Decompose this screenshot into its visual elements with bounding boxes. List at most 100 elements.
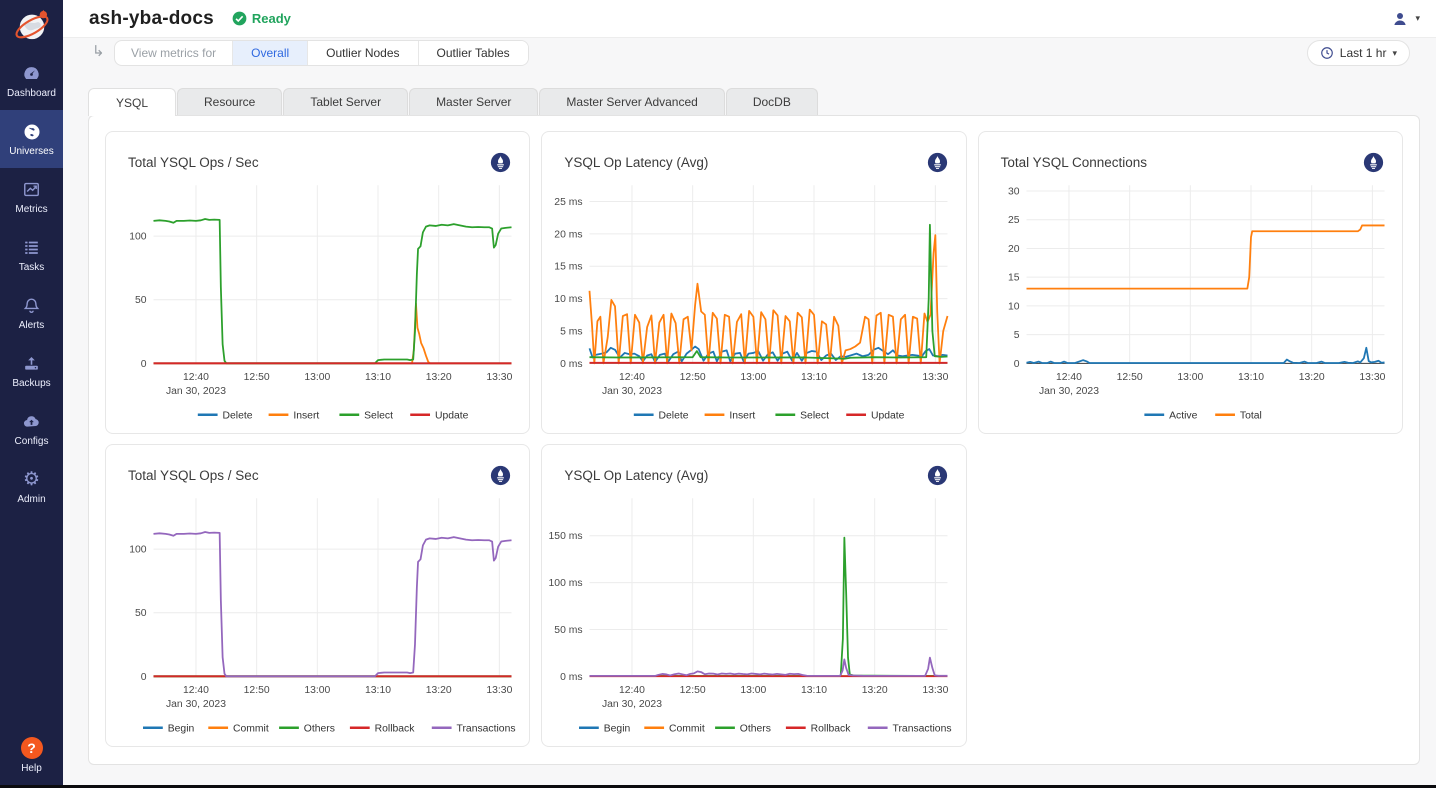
- user-menu[interactable]: ▾: [1391, 10, 1420, 28]
- tab-docdb[interactable]: DocDB: [726, 88, 818, 115]
- tab-resource[interactable]: Resource: [177, 88, 282, 115]
- legend-item[interactable]: Insert: [705, 411, 756, 422]
- legend-item[interactable]: Others: [715, 724, 771, 735]
- chart-title: Total YSQL Ops / Sec: [128, 155, 259, 170]
- svg-text:13:10: 13:10: [365, 372, 391, 383]
- svg-text:12:50: 12:50: [1116, 372, 1142, 383]
- metric-tabs: YSQL Resource Tablet Server Master Serve…: [88, 88, 818, 116]
- legend-item[interactable]: Insert: [269, 411, 320, 422]
- legend-item[interactable]: Transactions: [868, 724, 952, 735]
- svg-text:25: 25: [1008, 215, 1020, 226]
- svg-text:5 ms: 5 ms: [560, 326, 582, 337]
- tasks-icon: [22, 238, 42, 258]
- tab-outlier-nodes[interactable]: Outlier Nodes: [307, 41, 417, 65]
- metrics-icon: [22, 180, 42, 200]
- svg-text:12:40: 12:40: [619, 372, 645, 383]
- legend-item[interactable]: Delete: [198, 411, 253, 422]
- series-insert: [153, 304, 511, 364]
- prometheus-icon[interactable]: [490, 465, 511, 486]
- svg-text:13:20: 13:20: [1298, 372, 1324, 383]
- sidebar-nav: Dashboard Universes Metrics Tasks Alerts: [0, 52, 63, 516]
- svg-text:Others: Others: [304, 724, 335, 735]
- chart-plot: 12:4012:5013:0013:1013:2013:300510152025…: [979, 176, 1402, 433]
- sidebar-item-backups[interactable]: Backups: [0, 342, 63, 400]
- svg-text:13:00: 13:00: [304, 685, 330, 696]
- tab-tablet-server[interactable]: Tablet Server: [283, 88, 408, 115]
- check-circle-icon: [232, 11, 247, 26]
- svg-text:30: 30: [1008, 187, 1020, 198]
- chart-title: YSQL Op Latency (Avg): [564, 468, 708, 483]
- chart-title: Total YSQL Connections: [1001, 155, 1147, 170]
- sidebar-item-metrics[interactable]: Metrics: [0, 168, 63, 226]
- tab-master-server-advanced[interactable]: Master Server Advanced: [539, 88, 724, 115]
- chart-canvas: 12:4012:5013:0013:1013:2013:30050100Jan …: [108, 176, 527, 428]
- svg-text:10 ms: 10 ms: [555, 294, 583, 305]
- prometheus-icon[interactable]: [927, 152, 948, 173]
- svg-text:13:00: 13:00: [741, 685, 767, 696]
- svg-text:0: 0: [141, 359, 147, 370]
- legend-item[interactable]: Transactions: [432, 724, 516, 735]
- svg-text:Update: Update: [871, 411, 905, 422]
- alerts-icon: [22, 296, 42, 316]
- chart-card: YSQL Op Latency (Avg) 12:4012:5013:0013:…: [541, 131, 966, 434]
- tab-master-server[interactable]: Master Server: [409, 88, 538, 115]
- svg-text:13:20: 13:20: [426, 372, 452, 383]
- legend-item[interactable]: Others: [279, 724, 335, 735]
- sidebar-item-alerts[interactable]: Alerts: [0, 284, 63, 342]
- sidebar-item-help[interactable]: ? Help: [0, 737, 63, 774]
- time-range-selector[interactable]: Last 1 hr ▾: [1307, 40, 1410, 66]
- legend-item[interactable]: Total: [1215, 411, 1262, 422]
- legend-item[interactable]: Commit: [645, 724, 706, 735]
- svg-text:13:20: 13:20: [862, 372, 888, 383]
- universes-icon: [22, 122, 42, 142]
- prometheus-icon[interactable]: [927, 465, 948, 486]
- prometheus-icon[interactable]: [490, 152, 511, 173]
- tab-overall[interactable]: Overall: [232, 41, 307, 65]
- legend-item[interactable]: Select: [776, 411, 830, 422]
- top-header: ash-yba-docs Ready ▾: [63, 0, 1436, 38]
- sidebar-item-universes[interactable]: Universes: [0, 110, 63, 168]
- chart-card: Total YSQL Connections 12:40 12:50 13:00 13…: [978, 131, 1403, 434]
- svg-text:13:00: 13:00: [1177, 372, 1203, 383]
- legend-item[interactable]: Rollback: [786, 724, 851, 735]
- svg-text:12:40: 12:40: [1056, 372, 1082, 383]
- svg-text:0: 0: [141, 672, 147, 683]
- legend-item[interactable]: Delete: [634, 411, 689, 422]
- svg-text:13:10: 13:10: [801, 372, 827, 383]
- svg-text:Insert: Insert: [730, 411, 756, 422]
- chart-canvas: 12:4012:5013:0013:1013:2013:30050100Jan …: [108, 489, 527, 741]
- legend-item[interactable]: Update: [847, 411, 905, 422]
- legend-item[interactable]: Active: [1144, 411, 1197, 422]
- chart-title: Total YSQL Ops / Sec: [128, 468, 259, 483]
- app-logo[interactable]: [0, 0, 63, 52]
- svg-text:12:40: 12:40: [183, 372, 209, 383]
- sidebar-item-dashboard[interactable]: Dashboard: [0, 52, 63, 110]
- sidebar-item-admin[interactable]: ⚙ Admin: [0, 458, 63, 516]
- svg-text:13:10: 13:10: [1238, 372, 1264, 383]
- chart-plot: 12:4012:5013:0013:1013:2013:30050100Jan …: [106, 176, 529, 433]
- svg-text:100: 100: [129, 545, 147, 556]
- legend-item[interactable]: Select: [339, 411, 393, 422]
- svg-text:13:10: 13:10: [365, 685, 391, 696]
- svg-text:12:50: 12:50: [244, 372, 270, 383]
- tab-outlier-tables[interactable]: Outlier Tables: [418, 41, 528, 65]
- legend-item[interactable]: Commit: [208, 724, 269, 735]
- chevron-down-icon: ▾: [1392, 48, 1397, 59]
- user-icon: [1391, 10, 1409, 28]
- tab-ysql[interactable]: YSQL: [88, 88, 176, 116]
- svg-text:Delete: Delete: [659, 411, 689, 422]
- legend-item[interactable]: Rollback: [350, 724, 415, 735]
- svg-text:Jan 30, 2023: Jan 30, 2023: [602, 699, 662, 710]
- legend-item[interactable]: Begin: [579, 724, 630, 735]
- svg-text:13:00: 13:00: [304, 372, 330, 383]
- legend-item[interactable]: Begin: [143, 724, 194, 735]
- svg-text:100: 100: [129, 232, 147, 243]
- legend-item[interactable]: Update: [410, 411, 468, 422]
- svg-text:25 ms: 25 ms: [555, 197, 583, 208]
- svg-text:13:30: 13:30: [923, 372, 949, 383]
- sidebar-item-configs[interactable]: Configs: [0, 400, 63, 458]
- sidebar-item-tasks[interactable]: Tasks: [0, 226, 63, 284]
- prometheus-icon[interactable]: [1363, 152, 1384, 173]
- svg-text:13:10: 13:10: [801, 685, 827, 696]
- svg-text:Begin: Begin: [168, 724, 195, 735]
